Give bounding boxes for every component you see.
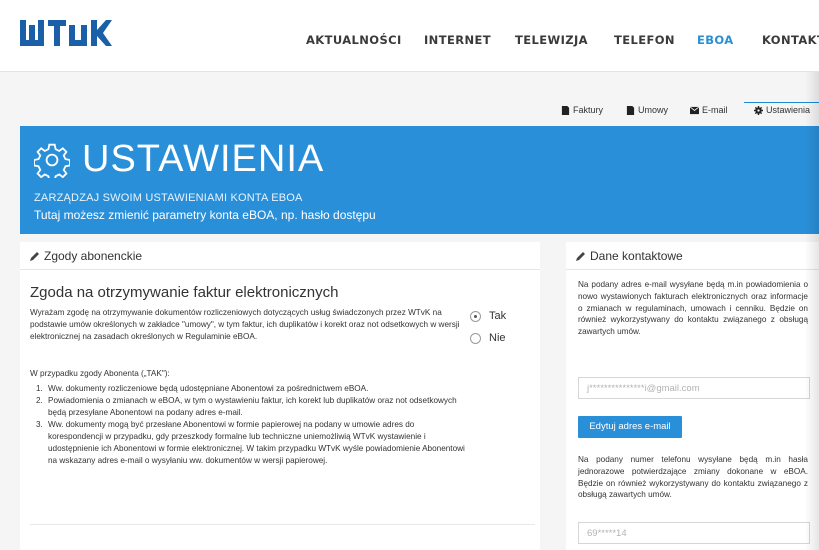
contact-heading-text: Dane kontaktowe	[590, 249, 683, 263]
account-tabs: Faktury Umowy E-mail Ustawienia	[0, 102, 819, 125]
list-item: 1. Ww. dokumenty rozliczeniowe będą udost…	[36, 384, 369, 393]
wtvk-logo[interactable]	[20, 20, 128, 51]
gear-outline-icon	[34, 143, 70, 178]
phone-field[interactable]: 69*****14	[578, 522, 810, 544]
consent-title: Zgoda na otrzymywanie faktur elektronicz…	[30, 284, 339, 301]
envelope-icon	[690, 106, 699, 114]
contact-heading: Dane kontaktowe	[576, 249, 683, 263]
nav-kontakt[interactable]: KONTAKT	[762, 33, 819, 47]
nav-aktualnosci[interactable]: AKTUALNOŚCI	[306, 33, 402, 47]
edit-email-button[interactable]: Edytuj adres e-mail	[578, 416, 682, 438]
tab-faktury-label: Faktury	[573, 105, 604, 115]
radio-tak[interactable]: Tak	[470, 310, 506, 322]
tab-umowy[interactable]: Umowy	[626, 105, 668, 115]
consents-heading: Zgody abonenckie	[30, 249, 142, 263]
divider	[20, 269, 540, 270]
nav-eboa[interactable]: EBOA	[697, 33, 734, 47]
file-icon	[561, 105, 570, 115]
nav-internet[interactable]: INTERNET	[424, 33, 491, 47]
list-item: 3. Ww. dokumenty mogą być przesłane Abone…	[36, 420, 465, 465]
radio-tak-dot[interactable]	[470, 310, 481, 322]
list-item: 2. Powiadomienia o zmianach w eBOA, w tym…	[36, 396, 457, 417]
consents-heading-text: Zgody abonenckie	[44, 249, 143, 263]
gear-icon	[754, 105, 763, 115]
consents-panel: Zgody abonenckie Zgoda na otrzymywanie f…	[20, 242, 540, 550]
list-item-text: Ww. dokumenty mogą być przesłane Abonent…	[48, 420, 465, 465]
top-header: AKTUALNOŚCI INTERNET TELEWIZJA TELEFON E…	[0, 0, 819, 72]
page-edge-shadow	[805, 72, 819, 550]
phone-info: Na podany numer telefonu wysyłane będą m…	[578, 455, 808, 500]
tab-ustawienia-label: Ustawienia	[766, 105, 811, 115]
pencil-icon	[30, 252, 39, 261]
email-info: Na podany adres e-mail wysyłane będą m.i…	[578, 280, 808, 337]
radio-nie-label: Nie	[489, 332, 506, 344]
radio-nie-dot[interactable]	[470, 332, 481, 344]
tab-email[interactable]: E-mail	[690, 105, 728, 115]
list-item-text: Ww. dokumenty rozliczeniowe będą udostęp…	[48, 384, 369, 393]
radio-tak-label: Tak	[489, 310, 507, 322]
nav-telewizja[interactable]: TELEWIZJA	[515, 33, 588, 47]
nav-telefon[interactable]: TELEFON	[614, 33, 675, 47]
consent-if-label: W przypadku zgody Abonenta („TAK"):	[30, 369, 170, 378]
tab-faktury[interactable]: Faktury	[561, 105, 603, 115]
consent-list: 1. Ww. dokumenty rozliczeniowe będą udost…	[30, 383, 465, 467]
page-title: USTAWIENIA	[82, 138, 325, 180]
tab-umowy-label: Umowy	[638, 105, 669, 115]
banner-description: Tutaj możesz zmienić parametry konta eBO…	[34, 208, 376, 222]
divider	[566, 269, 819, 270]
banner-subtitle: ZARZĄDZAJ SWOIM USTAWIENIAMI KONTA EBOA	[34, 192, 303, 204]
pencil-icon	[576, 252, 585, 261]
divider	[30, 524, 535, 525]
settings-banner: USTAWIENIA ZARZĄDZAJ SWOIM USTAWIENIAMI …	[20, 126, 819, 234]
document-icon	[626, 105, 635, 115]
consent-body: Wyrażam zgodę na otrzymywanie dokumentów…	[30, 308, 460, 342]
tab-email-label: E-mail	[702, 105, 728, 115]
email-field[interactable]: j***************i@gmail.com	[578, 377, 810, 399]
list-item-text: Powiadomienia o zmianach w eBOA, w tym o…	[48, 396, 457, 417]
radio-nie[interactable]: Nie	[470, 332, 506, 344]
contact-panel: Dane kontaktowe Na podany adres e-mail w…	[566, 242, 819, 550]
